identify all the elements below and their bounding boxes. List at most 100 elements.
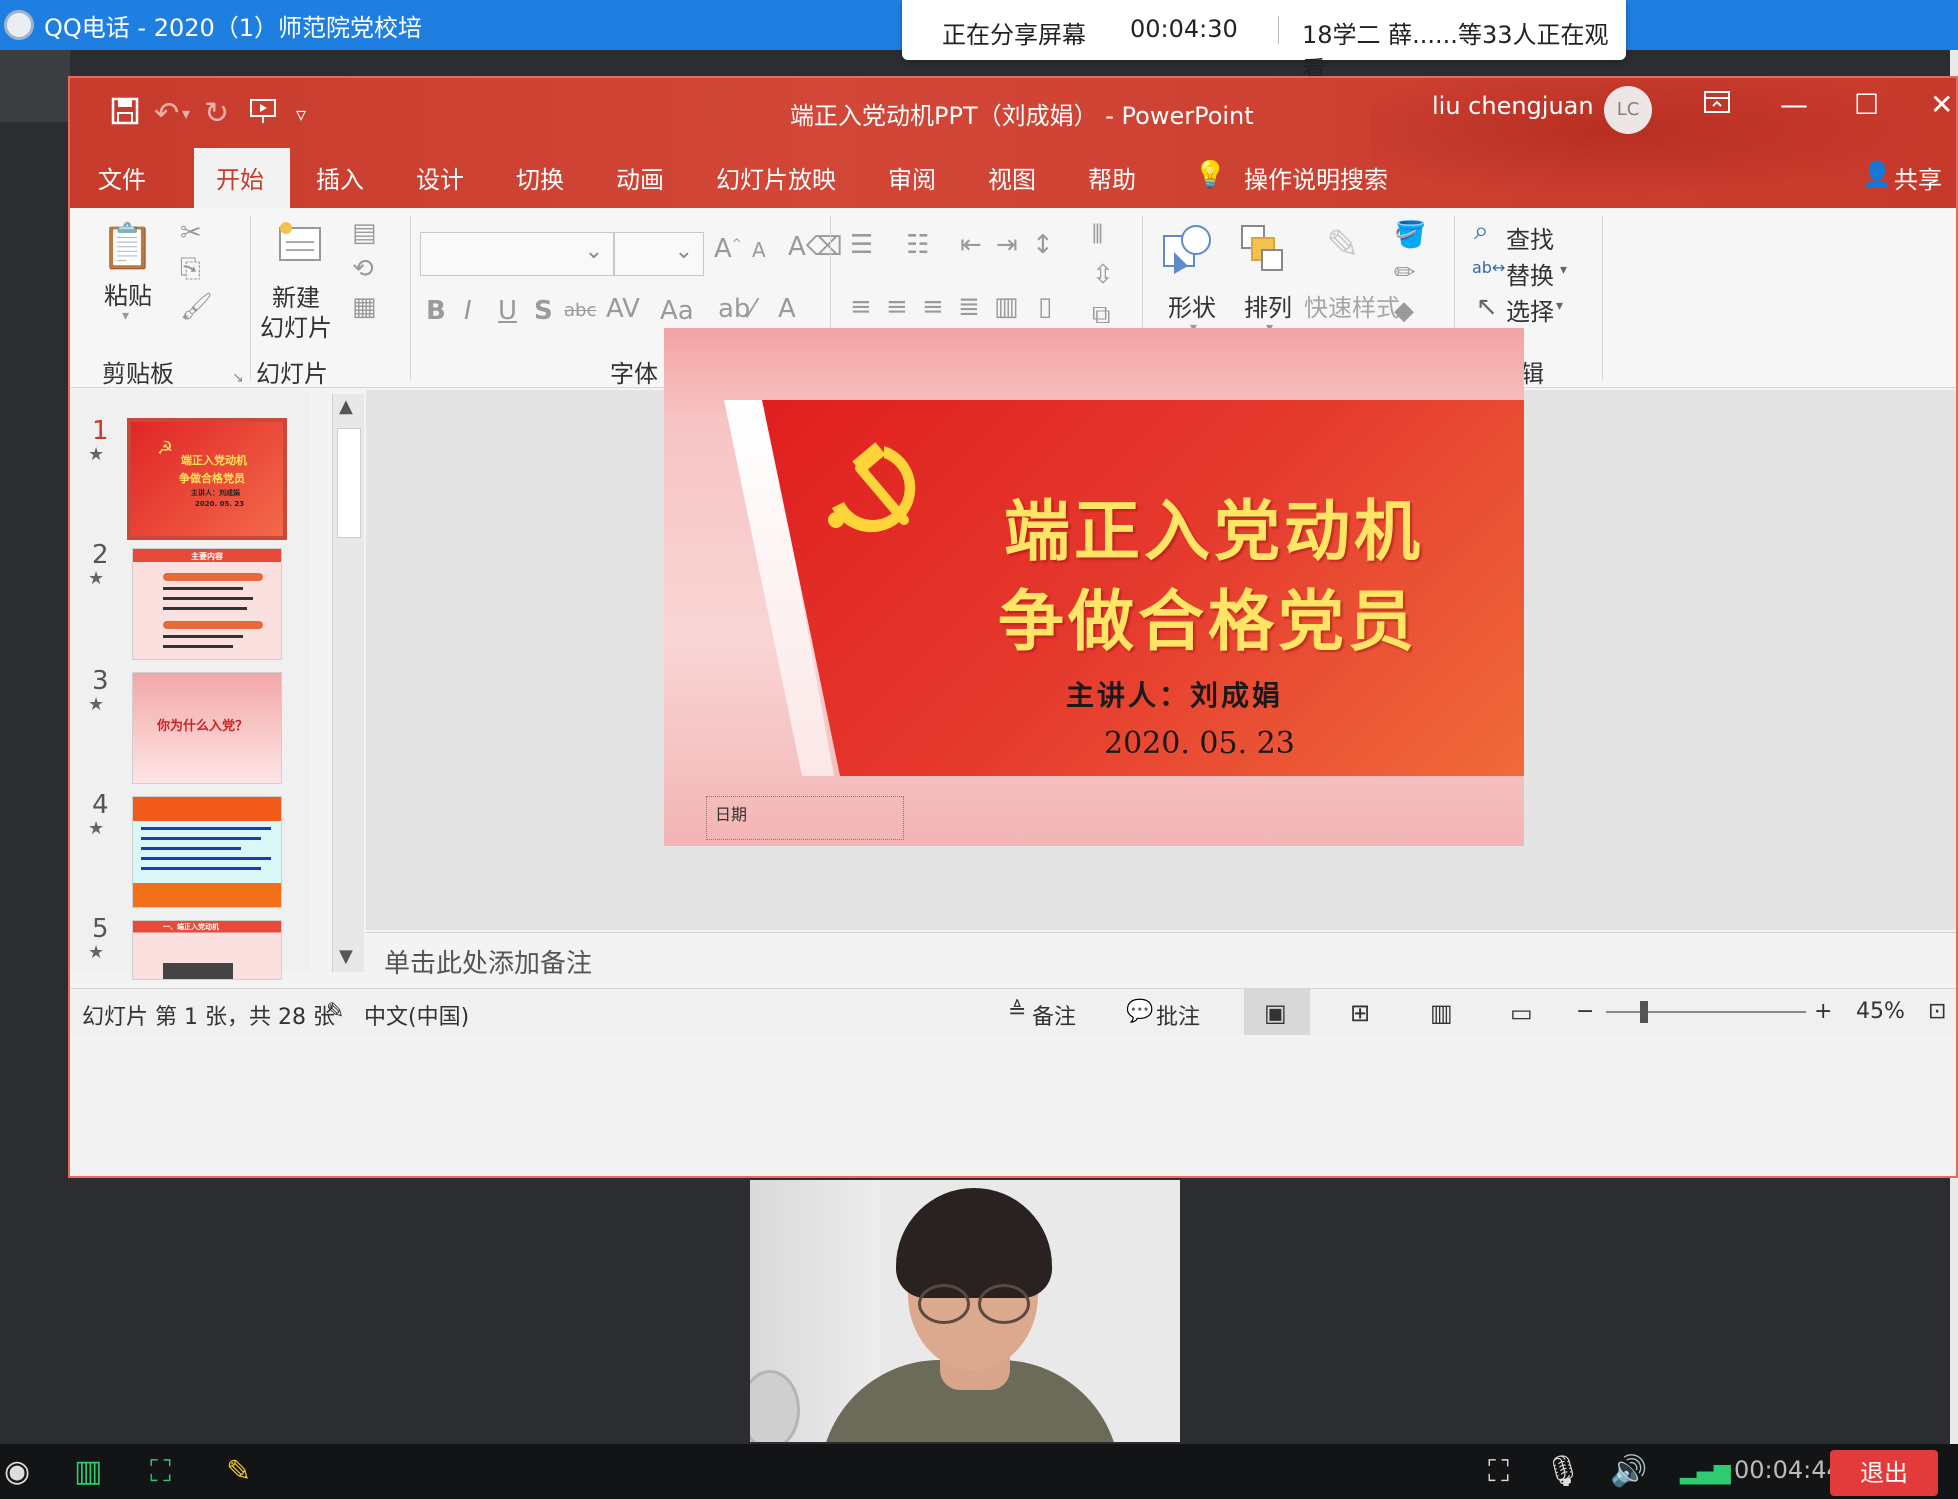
normal-view-icon[interactable]: ▣ [1264, 999, 1287, 1027]
slideshow-from-start-icon[interactable] [248, 96, 278, 134]
paste-dropdown-icon[interactable]: ▾ [122, 308, 129, 324]
change-case-icon[interactable]: Aa [660, 296, 694, 326]
text-direction-icon[interactable]: ⫴ [1092, 220, 1103, 251]
tab-file[interactable]: 文件 [98, 160, 146, 195]
minimize-icon[interactable]: — [1780, 88, 1808, 121]
clipboard-launcher-icon[interactable]: ↘ [232, 370, 244, 386]
align-text-icon[interactable]: ⇳ [1092, 260, 1114, 290]
increase-indent-icon[interactable]: ⇥ [996, 230, 1018, 260]
underline-icon[interactable]: U [498, 296, 517, 326]
notes-placeholder[interactable]: 单击此处添加备注 [384, 943, 592, 980]
notes-toggle-icon[interactable]: ≜ [1008, 999, 1026, 1024]
slide-title-line-2[interactable]: 争做合格党员 [998, 568, 1418, 664]
reading-view-icon[interactable]: ▥ [1430, 999, 1453, 1027]
slide-title-line-1[interactable]: 端正入党动机 [1004, 478, 1424, 574]
undo-icon[interactable]: ↶ [154, 96, 179, 131]
new-slide-icon[interactable] [276, 220, 324, 274]
tab-review[interactable]: 审阅 [888, 160, 936, 195]
share-person-icon[interactable]: 👤 [1862, 160, 1892, 188]
customize-toolbar-icon[interactable]: ▿ [296, 102, 306, 126]
cut-icon[interactable]: ✂ [180, 218, 202, 248]
comments-icon[interactable]: 💬 [1126, 999, 1153, 1024]
date-placeholder[interactable]: 日期 [706, 796, 904, 840]
viewers-count[interactable]: 18学二 薛......等33人正在观看 [1302, 15, 1626, 85]
shapes-icon[interactable] [1160, 222, 1214, 283]
zoom-level[interactable]: 45% [1856, 999, 1905, 1024]
maximize-icon[interactable]: ☐ [1854, 88, 1879, 121]
current-slide[interactable]: 端正入党动机 争做合格党员 主讲人：刘成娟 2020. 05. 23 日期 [664, 328, 1524, 846]
scroll-up-icon[interactable]: ▲ [339, 396, 353, 417]
comments-button[interactable]: 批注 [1156, 999, 1200, 1031]
tab-help[interactable]: 帮助 [1088, 160, 1136, 195]
paste-icon[interactable]: 📋 [100, 220, 155, 272]
stats-icon[interactable]: ▥ [74, 1454, 102, 1489]
font-color-icon[interactable]: A [778, 294, 796, 324]
format-painter-icon[interactable]: 🖌 [180, 292, 213, 322]
tab-insert[interactable]: 插入 [316, 160, 364, 195]
shadow-icon[interactable]: S [534, 296, 553, 326]
undo-dropdown-icon[interactable]: ▾ [182, 104, 190, 123]
section-icon[interactable]: ▦ [352, 292, 377, 322]
notes-toggle-button[interactable]: 备注 [1032, 999, 1076, 1031]
tab-home[interactable]: 开始 [216, 160, 264, 195]
italic-icon[interactable]: I [464, 296, 472, 326]
tell-me-search[interactable]: 操作说明搜索 [1244, 160, 1388, 195]
slide-thumbnail-2[interactable]: 主要内容 [132, 548, 282, 660]
close-icon[interactable]: ✕ [1930, 88, 1953, 121]
tab-view[interactable]: 视图 [988, 160, 1036, 195]
spell-check-icon[interactable]: ✎ [326, 999, 344, 1024]
scrollbar-thumb[interactable] [337, 428, 361, 538]
new-slide-label-2[interactable]: 幻灯片 [260, 308, 332, 343]
zoom-slider-thumb[interactable] [1640, 1001, 1648, 1023]
tab-animations[interactable]: 动画 [616, 160, 664, 195]
screen-share-icon[interactable]: ⛶ [150, 1454, 171, 1489]
slide-thumbnail-4[interactable] [132, 796, 282, 908]
slide-thumbnail-3[interactable]: 你为什么入党？ [132, 672, 282, 784]
replace-icon[interactable]: ab↔ [1472, 258, 1505, 277]
font-name-combo[interactable]: ⌄ [420, 232, 614, 276]
zoom-slider[interactable] [1606, 1011, 1806, 1013]
align-center-icon[interactable]: ≡ [886, 292, 908, 322]
replace-dropdown-icon[interactable]: ▾ [1560, 262, 1567, 278]
char-spacing-icon[interactable]: AV [606, 294, 640, 324]
speaker-icon[interactable]: 🔊 [1610, 1454, 1647, 1489]
language-indicator[interactable]: 中文(中国) [364, 999, 469, 1031]
decrease-indent-icon[interactable]: ⇤ [960, 230, 982, 260]
reset-icon[interactable]: ⟲ [352, 254, 374, 284]
quick-styles-button[interactable]: 快速样式 [1304, 288, 1400, 323]
tab-design[interactable]: 设计 [416, 160, 464, 195]
exit-call-button[interactable]: 退出 [1830, 1450, 1938, 1496]
numbering-icon[interactable]: ☷ [906, 230, 929, 260]
tab-transitions[interactable]: 切换 [516, 160, 564, 195]
redo-icon[interactable]: ↻ [204, 96, 229, 131]
shape-fill-icon[interactable]: 🪣 [1394, 220, 1426, 250]
highlight-icon[interactable]: ab⁄ [718, 294, 755, 324]
strikethrough-icon[interactable]: abc [564, 300, 596, 321]
select-cursor-icon[interactable]: ↖ [1476, 292, 1498, 322]
scroll-down-icon[interactable]: ▼ [339, 946, 353, 967]
find-icon[interactable]: ⌕ [1474, 216, 1489, 247]
notes-pane[interactable]: 单击此处添加备注 [366, 932, 1956, 988]
zoom-in-icon[interactable]: + [1814, 999, 1832, 1024]
arrange-icon[interactable] [1238, 222, 1286, 281]
quick-styles-icon[interactable]: ✎ [1326, 222, 1360, 268]
user-name[interactable]: liu chengjuan [1432, 92, 1594, 120]
clear-format-icon[interactable]: A⌫ [788, 232, 843, 262]
slide-date[interactable]: 2020. 05. 23 [1104, 726, 1295, 761]
replace-button[interactable]: 替换 [1506, 256, 1554, 291]
copy-icon[interactable]: ⎘ [180, 254, 201, 285]
save-icon[interactable] [110, 96, 140, 134]
increase-font-icon[interactable]: A^ [714, 234, 742, 264]
share-button[interactable]: 共享 [1894, 160, 1942, 195]
align-right-icon[interactable]: ≡ [922, 292, 944, 322]
user-avatar[interactable]: LC [1604, 86, 1652, 134]
shape-outline-icon[interactable]: ✏ [1394, 258, 1416, 288]
slide-thumbnail-5[interactable]: 一、端正入党动机 [132, 920, 282, 980]
fullscreen-icon[interactable]: ⛶ [1488, 1454, 1509, 1489]
layout-icon[interactable]: ▤ [352, 218, 377, 248]
qq-app-icon[interactable]: ◉ [4, 1454, 30, 1489]
slide-presenter[interactable]: 主讲人：刘成娟 [1066, 674, 1283, 714]
slide-thumbnail-1[interactable]: ☭ 端正入党动机 争做合格党员 主讲人：刘成娟 2020. 05. 23 [127, 418, 287, 540]
thumbnail-scrollbar[interactable]: ▲ ▼ [332, 394, 364, 972]
find-button[interactable]: 查找 [1506, 220, 1554, 255]
